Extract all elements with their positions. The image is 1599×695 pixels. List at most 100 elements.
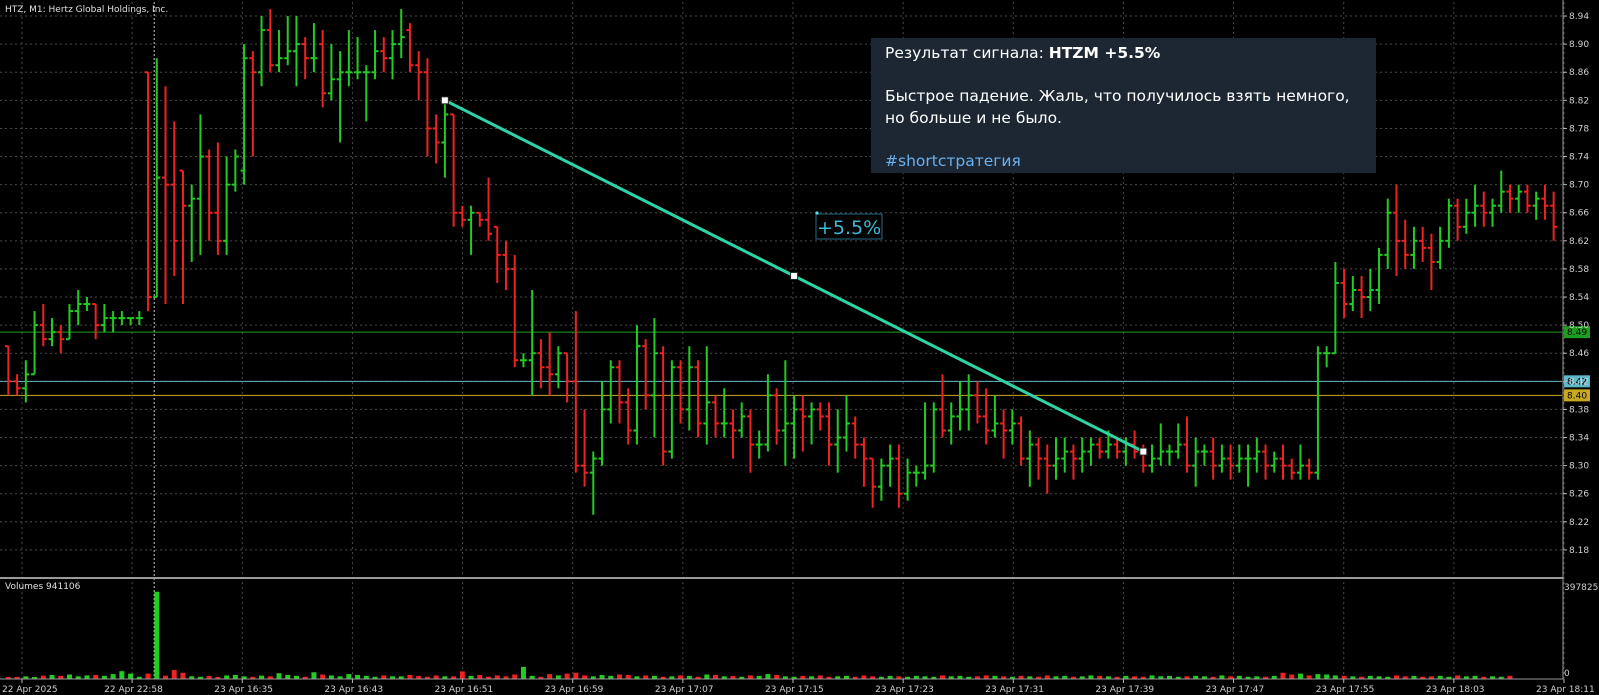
price-tick-label: 8.54 <box>1569 293 1589 303</box>
volume-bar <box>328 675 334 679</box>
ohlc-bar <box>1497 170 1505 213</box>
ohlc-bar <box>13 374 21 396</box>
volume-bar <box>154 591 160 679</box>
trendline-mid-handle <box>790 271 799 280</box>
ohlc-bar <box>327 44 335 101</box>
chart-title: HTZ, M1: Hertz Global Holdings, Inc. <box>5 5 168 15</box>
volume-bar <box>259 675 265 679</box>
volume-bar <box>547 674 553 679</box>
ohlc-bar <box>808 402 816 445</box>
price-tick-label: 8.46 <box>1569 349 1589 359</box>
price-tick-label: 8.90 <box>1569 40 1589 50</box>
ohlc-bar <box>1410 226 1418 269</box>
ohlc-bar <box>581 409 589 487</box>
ohlc-bar <box>746 409 754 473</box>
volume-bar <box>599 674 605 679</box>
ohlc-bar <box>738 402 746 438</box>
volume-bar <box>512 674 518 679</box>
signal-comment: Быстрое падение. Жаль, что получилось вз… <box>885 87 1350 127</box>
ohlc-bar <box>877 458 885 501</box>
price-tick-label: 8.78 <box>1569 124 1589 134</box>
ohlc-bar <box>1069 444 1077 480</box>
volume-bar <box>49 674 55 679</box>
ohlc-bar <box>1550 191 1558 241</box>
volume-bar <box>1393 675 1399 679</box>
ohlc-bar <box>1218 444 1226 473</box>
volume-bar <box>564 673 570 679</box>
volume-bar <box>1306 675 1312 679</box>
ohlc-bar <box>83 297 91 312</box>
ohlc-bar <box>205 149 213 241</box>
ohlc-bar <box>572 311 580 473</box>
ohlc-bar <box>1515 184 1523 213</box>
ohlc-bar <box>1087 437 1095 466</box>
ohlc-bar <box>1541 184 1549 220</box>
time-tick-label: 23 Apr 17:39 <box>1095 685 1154 695</box>
ohlc-bar <box>886 444 894 487</box>
price-tick-label: 8.50 <box>1569 321 1589 331</box>
volume-bar <box>625 674 631 679</box>
ohlc-bar <box>319 30 327 108</box>
percent-label[interactable]: +5.5% <box>817 217 881 239</box>
ohlc-bar <box>1480 191 1488 227</box>
ohlc-bar <box>450 113 458 227</box>
volume-bar <box>433 675 439 679</box>
ohlc-bar <box>1026 430 1034 487</box>
ohlc-bar <box>1471 184 1479 227</box>
volume-bar <box>765 674 771 679</box>
ohlc-bar <box>1366 268 1374 312</box>
percent-label-anchor <box>815 211 819 215</box>
time-tick-label: 23 Apr 17:23 <box>875 685 934 695</box>
ohlc-bar <box>1340 268 1348 319</box>
horizontal-levels[interactable]: 8.498.428.40 <box>0 326 1590 402</box>
time-tick-label: 23 Apr 17:47 <box>1206 685 1265 695</box>
time-tick-label: 22 Apr 2025 <box>2 685 58 695</box>
ohlc-bar <box>668 360 676 459</box>
volume-bar <box>381 675 387 679</box>
ohlc-bar <box>231 149 239 192</box>
ohlc-bar <box>458 205 466 227</box>
ohlc-bar <box>1462 198 1470 234</box>
volumes-label: Volumes 941106 <box>5 582 81 592</box>
ohlc-bar <box>1008 409 1016 445</box>
ohlc-bar <box>31 311 39 376</box>
volume-bar <box>573 672 579 679</box>
ohlc-bar <box>1017 416 1025 466</box>
ohlc-bar <box>1174 423 1182 459</box>
ohlc-bar <box>764 374 772 452</box>
time-tick-label: 23 Apr 16:35 <box>214 685 273 695</box>
ohlc-bar <box>816 402 824 431</box>
ohlc-bar <box>57 325 65 354</box>
ohlc-bar <box>1331 261 1339 355</box>
ohlc-bar <box>712 395 720 438</box>
ohlc-bar <box>825 402 833 466</box>
trendline-start-handle <box>440 96 449 105</box>
ohlc-bar <box>423 58 431 157</box>
ohlc-bar <box>947 402 955 445</box>
volume-bar <box>1088 675 1094 679</box>
ohlc-bar <box>1314 346 1322 480</box>
hashtag-link[interactable]: #shortстратегия <box>885 152 1021 170</box>
volume-bar <box>407 674 413 679</box>
ohlc-bar <box>546 332 554 396</box>
ohlc-bar <box>135 311 143 326</box>
volume-bar <box>1324 674 1330 679</box>
time-tick-label: 23 Apr 16:51 <box>435 685 494 695</box>
time-tick-label: 23 Apr 18:03 <box>1426 685 1485 695</box>
time-tick-label: 22 Apr 22:58 <box>104 685 163 695</box>
ohlc-bar <box>694 360 702 438</box>
volume-bar <box>224 675 230 679</box>
volume-axis-max: 397825 <box>1564 583 1598 593</box>
ohlc-bar <box>1323 346 1331 368</box>
ohlc-bar <box>982 388 990 445</box>
ohlc-bar <box>904 458 912 501</box>
volume-bar <box>276 673 282 679</box>
ohlc-bar <box>895 444 903 508</box>
volume-bar <box>355 674 361 679</box>
volume-axis-zero: 0 <box>1564 669 1570 679</box>
ohlc-bar <box>1262 444 1270 480</box>
volume-bar <box>1297 673 1303 679</box>
ohlc-bar <box>685 346 693 431</box>
trading-terminal: 8.49 8.42 8.40 8.94 8.90 8.86 8.82 8.78 8.74 8.7… <box>0 0 1599 695</box>
ohlc-bar <box>74 290 82 326</box>
